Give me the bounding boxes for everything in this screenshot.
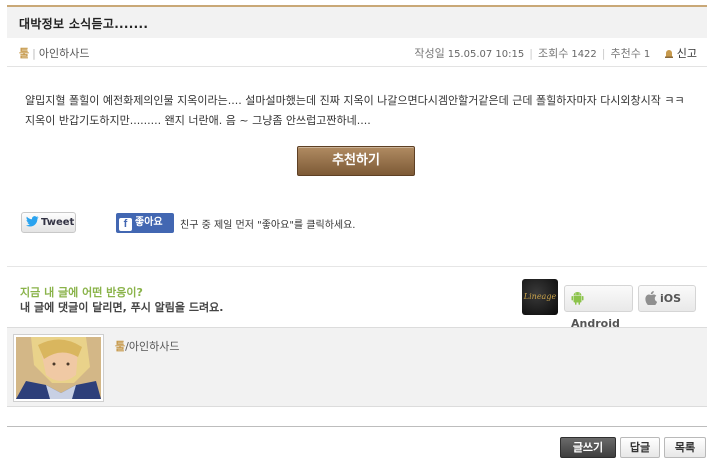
facebook-like-prompt: 친구 중 제일 먼저 "좋아요"를 클릭하세요.	[180, 220, 356, 231]
android-icon	[571, 292, 584, 305]
twitter-bird-icon	[26, 216, 39, 227]
facebook-like-label: 좋아요	[135, 217, 163, 228]
write-button[interactable]: 글쓰기	[560, 437, 616, 458]
reply-button[interactable]: 답글	[620, 437, 660, 458]
recommends-count: 1	[643, 49, 651, 60]
post-meta-row: 툴 | 아인하사드 작성일 15.05.07 10:15 | 조회수 1422 | 추천수 1 신…	[7, 38, 707, 67]
author-name[interactable]: 아인하사드	[39, 47, 90, 60]
report-label: 신고	[676, 47, 697, 60]
comment-author-server: 툴	[115, 340, 126, 353]
ios-label: iOS	[660, 292, 682, 305]
author-separator: |	[32, 47, 36, 60]
ios-app-button[interactable]: iOS	[638, 285, 696, 312]
comment-author: 툴/아인하사드	[115, 338, 179, 354]
android-app-button[interactable]: Android	[564, 285, 633, 330]
siren-icon	[664, 50, 673, 58]
push-notice-title: 지금 내 글에 어떤 반응이?	[20, 286, 143, 299]
tweet-button[interactable]: Tweet	[21, 212, 76, 233]
post-author: 툴 | 아인하사드	[19, 45, 89, 61]
post-title: 대박정보 소식듣고.......	[19, 17, 149, 31]
views-count: 1422	[571, 49, 597, 60]
tweet-label: Tweet	[41, 217, 75, 228]
list-button[interactable]: 목록	[664, 437, 706, 458]
lineage-app-icon[interactable]: Lineage	[522, 279, 558, 315]
facebook-icon: f	[119, 218, 132, 231]
facebook-like-button[interactable]: f 좋아요	[116, 213, 174, 233]
comment-input-area: 툴/아인하사드	[7, 327, 707, 407]
date-label: 작성일	[414, 47, 445, 60]
recommends-label: 추천수	[610, 47, 641, 60]
post-date: 15.05.07 10:15	[447, 49, 525, 60]
post-stats: 작성일 15.05.07 10:15 | 조회수 1422 | 추천수 1 신고	[414, 47, 697, 60]
report-link[interactable]: 신고	[664, 47, 697, 60]
views-label: 조회수	[537, 47, 569, 60]
apple-icon	[645, 291, 658, 306]
character-portrait	[16, 337, 101, 399]
post-body: 얄밉지혈 폴힐이 예전화제의인물 지옥이라는.... 설마설마했는데 진짜 지옥…	[25, 94, 685, 127]
avatar	[13, 334, 104, 402]
divider	[7, 266, 707, 267]
divider	[7, 426, 707, 427]
recommend-button[interactable]: 추천하기	[297, 146, 415, 176]
comment-author-name: 아인하사드	[128, 340, 180, 353]
post-title-bar: 대박정보 소식듣고.......	[7, 5, 707, 38]
push-notice-subtitle: 내 글에 댓글이 달리면, 푸시 알림을 드려요.	[20, 301, 224, 314]
author-server[interactable]: 툴	[19, 47, 29, 60]
